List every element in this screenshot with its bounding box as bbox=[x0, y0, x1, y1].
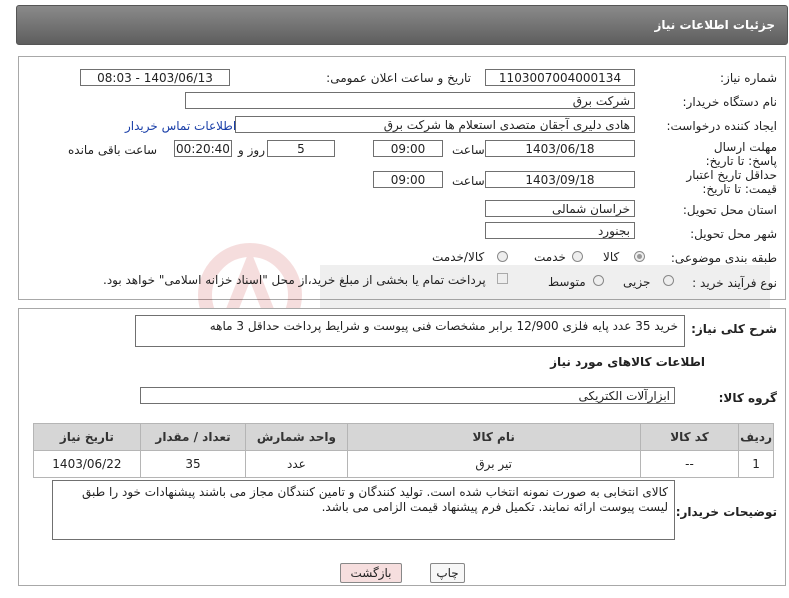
goods-table-header: ردیف کد کالا نام کالا واحد شمارش تعداد /… bbox=[33, 423, 774, 451]
table-row: 1 -- تیر برق عدد 35 1403/06/22 bbox=[33, 450, 774, 478]
process-radio-minor[interactable] bbox=[663, 275, 674, 286]
page-title: جزئیات اطلاعات نیاز bbox=[654, 18, 775, 32]
need-number-label: شماره نیاز: bbox=[720, 71, 777, 85]
process-option-minor: جزیی bbox=[623, 275, 651, 289]
city-label: شهر محل تحویل: bbox=[690, 227, 777, 241]
buyer-notes-label: توضیحات خریدار: bbox=[675, 505, 777, 519]
category-label: طبقه بندی موضوعی: bbox=[670, 251, 777, 265]
col-row-number: ردیف bbox=[738, 423, 774, 451]
buyer-contact-link[interactable]: اطلاعات تماس خریدار bbox=[125, 119, 236, 133]
buyer-org-label: نام دستگاه خریدار: bbox=[682, 95, 778, 109]
page-header: جزئیات اطلاعات نیاز bbox=[16, 5, 788, 45]
col-item-name: نام کالا bbox=[346, 423, 641, 451]
goods-info-title: اطلاعات کالاهای مورد نیاز bbox=[550, 355, 705, 369]
validity-date-field: 1403/09/18 bbox=[485, 171, 635, 188]
remaining-days-field: 5 bbox=[267, 140, 335, 157]
need-number-field: 1103007004000134 bbox=[485, 69, 635, 86]
treasury-payment-note: پرداخت تمام یا بخشی از مبلغ خرید،از محل … bbox=[103, 273, 486, 287]
category-radio-goods[interactable] bbox=[634, 251, 645, 262]
back-button[interactable]: بازگشت bbox=[340, 563, 402, 583]
description-text: خرید 35 عدد پایه فلزی 12/900 برابر مشخصا… bbox=[209, 319, 678, 333]
print-button[interactable]: چاپ bbox=[430, 563, 465, 583]
reply-time-label: ساعت bbox=[452, 143, 485, 157]
category-radio-goods-service[interactable] bbox=[497, 251, 508, 262]
price-validity-label: حداقل تاریخ اعتبار قیمت: تا تاریخ: bbox=[686, 168, 777, 196]
col-need-date: تاریخ نیاز bbox=[33, 423, 141, 451]
process-radio-medium[interactable] bbox=[593, 275, 604, 286]
validity-time-field: 09:00 bbox=[373, 171, 443, 188]
validity-time-label: ساعت bbox=[452, 174, 485, 188]
purchase-process-label: نوع فرآیند خرید : bbox=[692, 276, 777, 290]
col-quantity: تعداد / مقدار bbox=[139, 423, 247, 451]
goods-group-field: ابزارآلات الکتریکی bbox=[140, 387, 675, 404]
reply-deadline-label: مهلت ارسال پاسخ: تا تاریخ: bbox=[705, 140, 777, 168]
cell-quantity: 35 bbox=[139, 450, 247, 478]
treasury-payment-checkbox[interactable] bbox=[497, 273, 508, 284]
announce-datetime-label: تاریخ و ساعت اعلان عمومی: bbox=[326, 71, 471, 85]
province-label: استان محل تحویل: bbox=[682, 203, 777, 217]
category-option-goods: کالا bbox=[603, 250, 620, 264]
buyer-notes-box: کالای انتخابی به صورت نمونه انتخاب شده ا… bbox=[52, 480, 675, 540]
reply-time-field: 09:00 bbox=[373, 140, 443, 157]
reply-date-field: 1403/06/18 bbox=[485, 140, 635, 157]
remaining-time-field: 00:20:40 bbox=[174, 140, 232, 157]
days-label: روز و bbox=[238, 143, 265, 157]
requester-label: ایجاد کننده درخواست: bbox=[666, 119, 777, 133]
remaining-time-label: ساعت باقی مانده bbox=[68, 143, 158, 157]
cell-unit: عدد bbox=[245, 450, 348, 478]
category-option-service: خدمت bbox=[534, 250, 566, 264]
goods-table: ردیف کد کالا نام کالا واحد شمارش تعداد /… bbox=[33, 423, 774, 478]
cell-need-date: 1403/06/22 bbox=[33, 450, 141, 478]
requester-field: هادی دلیری آجقان متصدی استعلام ها شرکت ب… bbox=[235, 116, 635, 133]
process-option-medium: متوسط bbox=[548, 275, 586, 289]
goods-group-label: گروه کالا: bbox=[718, 391, 777, 405]
cell-item-code: -- bbox=[639, 450, 740, 478]
announce-datetime-field: 1403/06/13 - 08:03 bbox=[80, 69, 230, 86]
cell-item-name: تیر برق bbox=[346, 450, 641, 478]
col-unit: واحد شمارش bbox=[245, 423, 348, 451]
col-item-code: کد کالا bbox=[639, 423, 740, 451]
province-field: خراسان شمالی bbox=[485, 200, 635, 217]
description-box: خرید 35 عدد پایه فلزی 12/900 برابر مشخصا… bbox=[135, 315, 685, 347]
buyer-notes-text: کالای انتخابی به صورت نمونه انتخاب شده ا… bbox=[82, 485, 668, 514]
description-label: شرح کلی نیاز: bbox=[691, 322, 777, 336]
cell-row-number: 1 bbox=[738, 450, 774, 478]
city-field: بجنورد bbox=[485, 222, 635, 239]
buyer-org-field: شرکت برق bbox=[185, 92, 635, 109]
category-option-goods-service: کالا/خدمت bbox=[432, 250, 485, 264]
category-radio-service[interactable] bbox=[572, 251, 583, 262]
